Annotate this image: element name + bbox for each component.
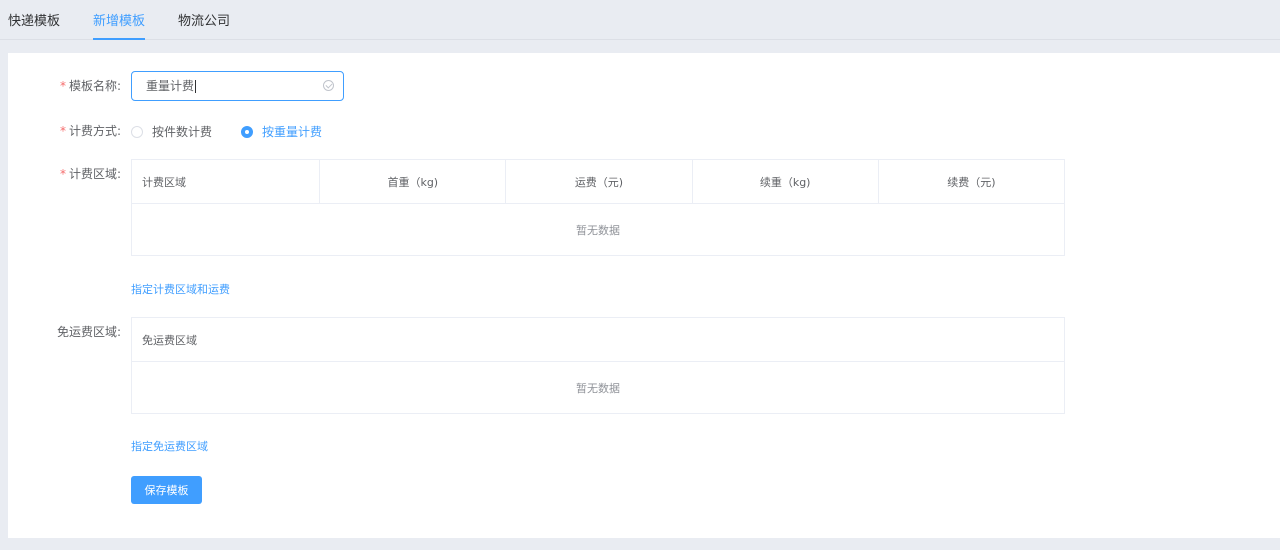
column-header: 计费区域	[131, 159, 321, 204]
save-template-button[interactable]: 保存模板	[131, 476, 202, 504]
billing-method-label: * 计费方式:	[8, 122, 121, 139]
add-billing-area-link[interactable]: 指定计费区域和运费	[131, 281, 230, 297]
column-header: 运费（元)	[505, 159, 693, 204]
billing-area-label: * 计费区域:	[8, 165, 121, 182]
add-free-area-link[interactable]: 指定免运费区域	[131, 438, 208, 454]
column-header: 首重（kg)	[319, 159, 507, 204]
free-area-table: 免运费区域 暂无数据	[131, 317, 1065, 414]
radio-by-weight-label: 按重量计费	[262, 125, 323, 139]
tab-logistics-companies[interactable]: 物流公司	[178, 0, 230, 40]
empty-text: 暂无数据	[576, 381, 620, 395]
template-name-label: * 模板名称:	[8, 77, 121, 94]
template-name-value: 重量计费	[146, 79, 195, 93]
radio-by-count-label: 按件数计费	[152, 125, 213, 139]
billing-area-table: 计费区域 首重（kg) 运费（元) 续重（kg) 续费（元) 暂无数据	[131, 159, 1066, 256]
free-area-label: 免运费区域:	[8, 323, 121, 340]
tab-new-template[interactable]: 新增模板	[93, 0, 146, 40]
template-name-label-text: 模板名称:	[68, 79, 121, 93]
radio-circle-checked-icon	[241, 125, 253, 138]
tab-express-templates[interactable]: 快递模板	[8, 0, 60, 40]
billing-method-label-text: 计费方式:	[68, 124, 121, 138]
tab-bar: 快递模板 新增模板 物流公司	[0, 0, 1280, 40]
radio-circle-icon	[131, 125, 143, 138]
column-header: 续重（kg)	[692, 159, 879, 204]
required-mark: *	[59, 79, 66, 93]
template-name-input[interactable]: 重量计费	[131, 71, 344, 101]
form-panel: * 模板名称: 重量计费 * 计费方式: 按件数计费 按重量计费 * 计费区域: 计费…	[8, 53, 1280, 538]
check-circle-icon	[323, 80, 334, 91]
free-area-label-text: 免运费区域:	[56, 325, 121, 339]
required-mark: *	[59, 124, 66, 138]
billing-area-label-text: 计费区域:	[68, 167, 121, 181]
table-header-row: 计费区域 首重（kg) 运费（元) 续重（kg) 续费（元)	[131, 159, 1066, 204]
radio-by-weight[interactable]: 按重量计费	[241, 123, 322, 139]
text-caret	[195, 80, 197, 93]
table-header-row: 免运费区域	[131, 317, 1065, 362]
empty-text: 暂无数据	[576, 223, 620, 237]
required-mark: *	[59, 167, 66, 181]
column-header: 免运费区域	[131, 317, 1065, 362]
column-header: 续费（元)	[878, 159, 1066, 204]
radio-by-count[interactable]: 按件数计费	[131, 123, 212, 139]
